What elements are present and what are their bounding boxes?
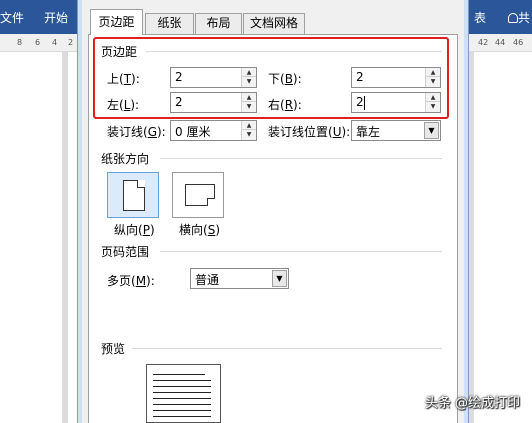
gutter-position-value: 靠左 xyxy=(356,125,381,139)
ruler-number: 4 xyxy=(52,38,58,47)
preview-line xyxy=(153,380,211,381)
tab-layout[interactable]: 布局 xyxy=(195,13,242,34)
preview-section-title: 预览 xyxy=(101,342,126,356)
person-icon xyxy=(508,13,518,23)
gutter-value[interactable]: 0 厘米 xyxy=(175,123,210,140)
section-divider xyxy=(132,348,442,349)
ruler-number: 6 xyxy=(35,38,41,47)
home-tab[interactable]: 开始 xyxy=(44,9,68,26)
chevron-down-icon[interactable]: ▼ xyxy=(272,270,287,287)
file-tab[interactable]: 文件 xyxy=(0,9,24,26)
ruler-number: 8 xyxy=(17,38,23,47)
preview-line xyxy=(153,404,211,405)
preview-line xyxy=(153,392,211,393)
landscape-button[interactable] xyxy=(172,172,224,218)
ruler-number: 42 xyxy=(478,38,489,47)
landscape-page-icon xyxy=(185,184,215,206)
portrait-button[interactable] xyxy=(107,172,159,218)
ruler-number: 46 xyxy=(513,38,524,47)
tab-margins[interactable]: 页边距 xyxy=(90,9,143,35)
portrait-page-icon xyxy=(123,180,145,211)
preview-line xyxy=(153,374,205,375)
tab-paper[interactable]: 纸张 xyxy=(145,13,194,34)
preview-line xyxy=(153,416,211,417)
preview-line xyxy=(153,386,211,387)
gutter-position-select[interactable]: 靠左 ▼ xyxy=(351,120,441,141)
multiple-pages-label: 多页(M): xyxy=(107,274,155,288)
portrait-caption: 纵向(P) xyxy=(114,223,155,237)
spin-up-icon[interactable]: ▲ xyxy=(242,121,256,130)
gutter-position-label: 装订线位置(U): xyxy=(268,125,351,139)
share-button[interactable]: 共 xyxy=(508,9,530,26)
ruler-number: 44 xyxy=(495,38,506,47)
preview-page xyxy=(146,364,221,423)
chevron-down-icon[interactable]: ▼ xyxy=(424,122,439,139)
preview-line xyxy=(153,410,211,411)
preview-line xyxy=(153,398,211,399)
tab-document-grid[interactable]: 文档网格 xyxy=(243,13,305,34)
share-label-partial: 共 xyxy=(518,11,531,25)
gutter-stepper[interactable]: 0 厘米 ▲ ▼ xyxy=(170,120,257,141)
ruler-number: 2 xyxy=(68,38,74,47)
section-divider xyxy=(160,251,442,252)
page-shadow xyxy=(62,52,68,423)
pages-section-title: 页码范围 xyxy=(101,245,150,259)
gutter-label: 装订线(G): xyxy=(107,125,166,139)
highlight-box xyxy=(93,37,449,119)
dialog-tabstrip: 页边距 纸张 布局 文档网格 xyxy=(82,0,464,35)
ribbon-tab-partial[interactable]: 表 xyxy=(474,9,486,26)
section-divider xyxy=(160,158,442,159)
landscape-caption: 横向(S) xyxy=(179,223,220,237)
spin-down-icon[interactable]: ▼ xyxy=(242,130,256,139)
orientation-section-title: 纸张方向 xyxy=(101,152,150,166)
watermark-text: 头条 @绘成打印 xyxy=(424,396,520,411)
multiple-pages-select[interactable]: 普通 ▼ xyxy=(190,268,289,289)
multiple-pages-value: 普通 xyxy=(195,273,220,287)
